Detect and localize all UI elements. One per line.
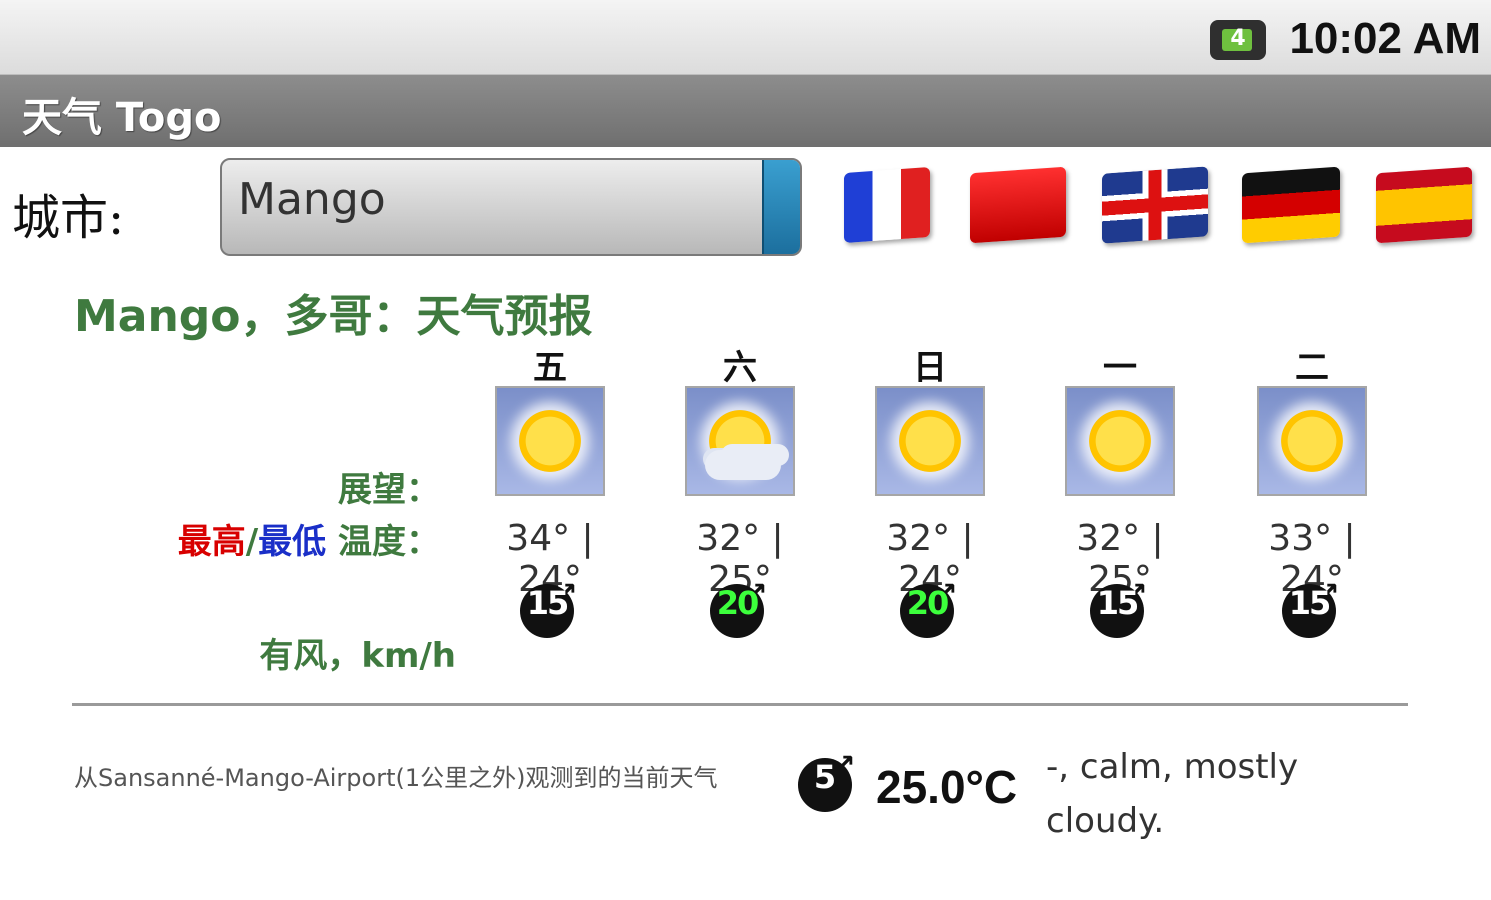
current-wind-speed: 5: [798, 758, 852, 812]
title-bar: 天气 Togo: [0, 75, 1491, 147]
battery-level: 4: [1230, 26, 1246, 51]
city-dropdown[interactable]: Mango: [220, 158, 802, 256]
high-label: 最高: [177, 522, 246, 562]
wind-icon: ↗15: [1090, 576, 1150, 638]
wind-speed: 20: [900, 584, 954, 638]
city-dropdown-value: Mango: [238, 174, 386, 225]
day-name: 六: [723, 348, 757, 388]
wind-speed: 15: [520, 584, 574, 638]
forecast-heading: Mango，多哥：天气预报: [74, 291, 593, 342]
dropdown-spinner-icon[interactable]: [762, 160, 800, 254]
divider: [72, 703, 1408, 706]
hilo-separator: /: [245, 522, 259, 562]
germany-flag-icon[interactable]: [1242, 166, 1340, 244]
wind-speed: 20: [710, 584, 764, 638]
wind-icon: ↗20: [900, 576, 960, 638]
status-bar: 4 10:02 AM: [0, 0, 1491, 75]
wind-icon: ↗15: [1282, 576, 1342, 638]
wind-icon: ↗15: [520, 576, 580, 638]
uk-flag-icon[interactable]: [1102, 166, 1208, 244]
temp-label: 温度：: [326, 522, 440, 562]
hilo-temp-label: 最高/最低 温度：: [120, 514, 440, 563]
spain-flag-icon[interactable]: [1376, 166, 1472, 244]
day-name: 二: [1295, 348, 1329, 388]
sunny-icon: [1065, 386, 1175, 496]
city-label: 城市:: [12, 190, 125, 246]
battery-icon: 4: [1210, 20, 1266, 60]
observation-text: 从Sansanné-Mango-Airport(1公里之外)观测到的当前天气: [74, 764, 718, 792]
current-temperature: 25.0°C: [876, 761, 1018, 813]
clock: 10:02 AM: [1289, 14, 1481, 63]
wind-speed: 15: [1282, 584, 1336, 638]
china-flag-icon[interactable]: [970, 166, 1066, 244]
partly-cloudy-icon: [685, 386, 795, 496]
wind-label: 有风，km/h: [259, 636, 456, 676]
low-label: 最低: [258, 522, 327, 562]
day-name: 五: [533, 348, 567, 388]
current-description: -, calm, mostly cloudy.: [1046, 747, 1299, 841]
wind-icon: ↗20: [710, 576, 770, 638]
france-flag-icon[interactable]: [844, 166, 930, 244]
day-name: 一: [1103, 348, 1137, 388]
day-name: 日: [913, 348, 947, 388]
outlook-label: 展望：: [338, 470, 440, 510]
current-wind-icon: ↗ 5: [798, 748, 858, 814]
app-title: 天气 Togo: [22, 95, 222, 141]
sunny-icon: [875, 386, 985, 496]
sunny-icon: [1257, 386, 1367, 496]
wind-speed: 15: [1090, 584, 1144, 638]
sunny-icon: [495, 386, 605, 496]
